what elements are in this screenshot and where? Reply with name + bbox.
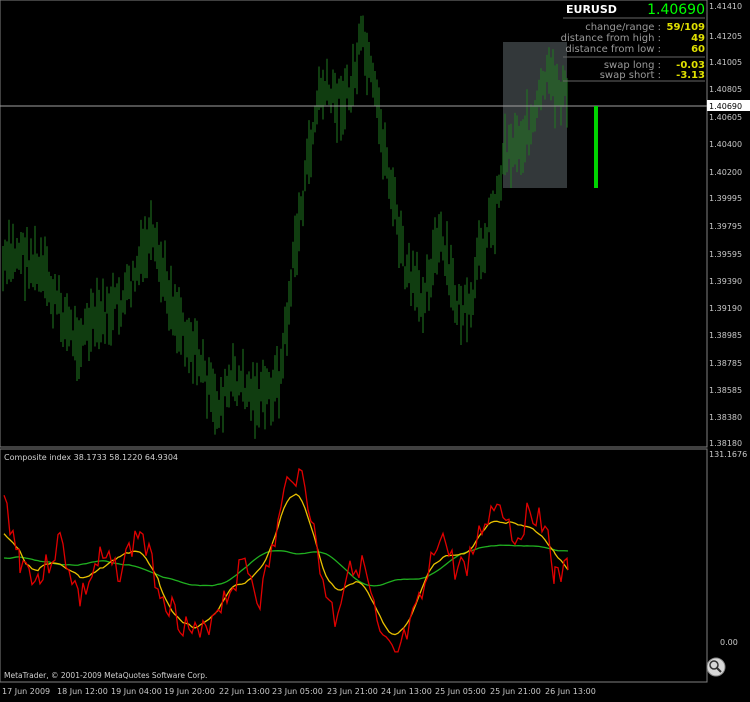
time-tick: 25 Jun 21:00: [490, 687, 541, 696]
price-tick: 1.38785: [709, 359, 742, 368]
price-tick: 1.40400: [709, 140, 742, 149]
price-axis: 1.41410 1.41205 1.41005 1.40805 1.40690 …: [707, 2, 750, 448]
indicator-axis-top: 131.1676: [709, 450, 747, 459]
price-tick: 1.41205: [709, 32, 742, 41]
symbol-label: EURUSD: [566, 3, 617, 16]
price-tick: 1.41005: [709, 58, 742, 67]
zoom-icon[interactable]: [706, 657, 726, 677]
copyright-text: MetaTrader, © 2001-2009 MetaQuotes Softw…: [4, 671, 207, 680]
time-tick: 23 Jun 05:00: [272, 687, 323, 696]
price-chart[interactable]: [0, 0, 708, 448]
change-range-value: 59/109: [667, 22, 705, 33]
price-tick: 1.39390: [709, 277, 742, 286]
time-tick: 19 Jun 20:00: [164, 687, 215, 696]
time-tick: 22 Jun 13:00: [219, 687, 270, 696]
time-tick: 23 Jun 21:00: [327, 687, 378, 696]
metatrader-chart-window: EURUSD 1.40690 change/range : 59/109 dis…: [0, 0, 750, 698]
price-tick: 1.40200: [709, 168, 742, 177]
price-tick: 1.39995: [709, 194, 742, 203]
time-axis: 17 Jun 2009 18 Jun 12:00 19 Jun 04:00 19…: [2, 687, 596, 696]
price-tick: 1.39595: [709, 250, 742, 259]
price-tick: 1.38380: [709, 413, 742, 422]
change-range-label: change/range :: [585, 22, 661, 33]
price-tick: 1.38180: [709, 439, 742, 448]
price-tick: 1.38985: [709, 331, 742, 340]
price-tick: 1.39795: [709, 222, 742, 231]
price-tick: 1.41410: [709, 2, 742, 11]
distance-high-value: 49: [691, 33, 705, 44]
swap-short-label: swap short :: [600, 70, 661, 81]
distance-low-label: distance from low :: [565, 44, 661, 55]
time-tick: 18 Jun 12:00: [57, 687, 108, 696]
indicator-panel[interactable]: Composite index 38.1733 58.1220 64.9304 …: [0, 448, 747, 683]
current-price-tag-text: 1.40690: [709, 102, 742, 111]
swap-short-value: -3.13: [676, 70, 705, 81]
range-indicator-bar: [594, 106, 598, 188]
time-tick: 19 Jun 04:00: [111, 687, 162, 696]
time-tick: 25 Jun 05:00: [435, 687, 486, 696]
price-tick: 1.39190: [709, 304, 742, 313]
indicator-title: Composite index 38.1733 58.1220 64.9304: [4, 453, 178, 462]
price-tick: 1.38585: [709, 386, 742, 395]
price-tick: 1.40605: [709, 113, 742, 122]
price-tick: 1.40805: [709, 85, 742, 94]
distance-low-value: 60: [691, 44, 705, 55]
time-tick: 24 Jun 13:00: [381, 687, 432, 696]
time-tick: 17 Jun 2009: [2, 687, 50, 696]
current-price-display: 1.40690: [647, 2, 705, 18]
chart-canvas: EURUSD 1.40690 change/range : 59/109 dis…: [0, 0, 750, 696]
indicator-axis-bottom: 0.00: [720, 638, 738, 647]
time-tick: 26 Jun 13:00: [545, 687, 596, 696]
distance-high-label: distance from high :: [561, 33, 661, 44]
